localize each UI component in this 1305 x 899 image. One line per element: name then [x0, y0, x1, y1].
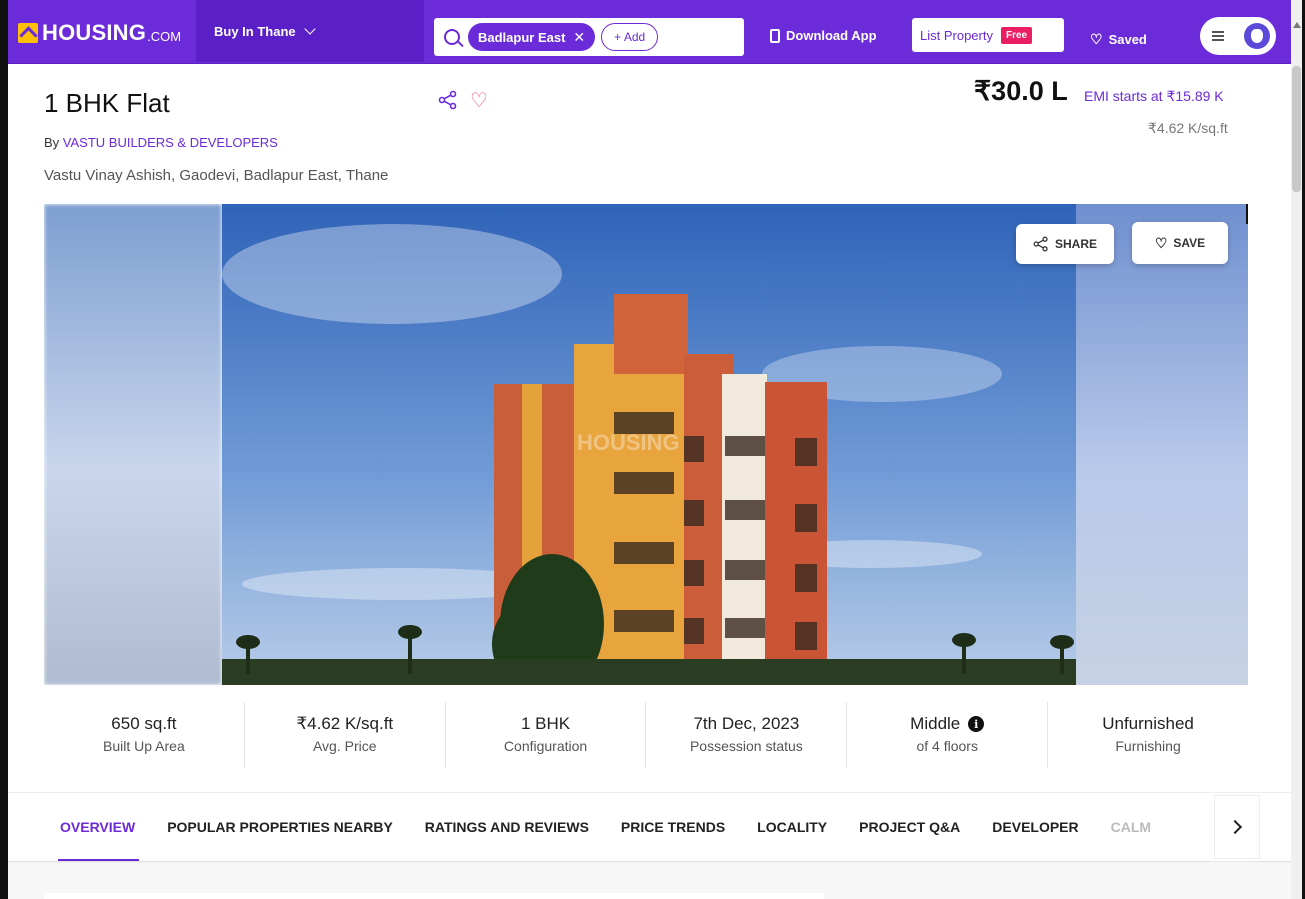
housing-logo[interactable]: HOUSING .COM: [18, 20, 181, 46]
stat-value: ₹4.62 K/sq.ft: [296, 714, 394, 733]
logo-text: HOUSING: [42, 20, 147, 45]
developer-link[interactable]: VASTU BUILDERS & DEVELOPERS: [63, 135, 278, 150]
text-cursor: [1246, 204, 1248, 224]
scrollbar-thumb[interactable]: [1292, 66, 1301, 192]
close-icon[interactable]: ✕: [573, 29, 585, 46]
listing-address: Vastu Vinay Ashish, Gaodevi, Badlapur Ea…: [44, 167, 389, 184]
top-navbar: HOUSING .COM Buy In Thane Badlapur East …: [8, 0, 1302, 64]
stat-value: 7th Dec, 2023: [693, 714, 800, 733]
chevron-right-icon: [1227, 819, 1243, 835]
stat-label: of 4 floors: [916, 738, 978, 754]
download-app-link[interactable]: Download App: [770, 28, 877, 43]
tab-price-trends[interactable]: PRICE TRENDS: [605, 817, 741, 861]
logo-suffix: .COM: [147, 28, 182, 44]
heart-icon: ♡: [1090, 31, 1103, 47]
save-button-label: SAVE: [1173, 236, 1206, 250]
by-prefix: By: [44, 135, 60, 150]
stat-possession: 7th Dec, 2023 Possession status: [646, 702, 848, 768]
tabs-next-button[interactable]: [1214, 795, 1260, 859]
section-tabs: OVERVIEW POPULAR PROPERTIES NEARBY RATIN…: [8, 792, 1302, 862]
stat-value: 650 sq.ft: [111, 714, 177, 733]
share-icon[interactable]: [438, 90, 458, 115]
share-button-label: SHARE: [1054, 237, 1097, 251]
stat-value: Middle: [910, 714, 961, 733]
info-icon[interactable]: i: [968, 716, 985, 732]
developer-line: By VASTU BUILDERS & DEVELOPERS: [44, 135, 278, 150]
logo-home-icon: [18, 23, 38, 43]
saved-label: Saved: [1108, 32, 1147, 47]
locality-chip[interactable]: Badlapur East ✕: [468, 23, 596, 51]
browser-frame: HOUSING .COM Buy In Thane Badlapur East …: [0, 0, 1305, 899]
tab-overview[interactable]: OVERVIEW: [57, 817, 151, 861]
list-property-button[interactable]: List Property Free: [912, 18, 1064, 52]
share-icon: [1033, 236, 1048, 252]
stat-furnishing: Unfurnished Furnishing: [1048, 702, 1248, 768]
property-photo[interactable]: HOUSING: [222, 204, 1076, 685]
gallery-blur-left: [44, 204, 222, 685]
hamburger-icon: [1212, 31, 1224, 41]
tab-project-qa[interactable]: PROJECT Q&A: [843, 817, 976, 861]
avatar: [1244, 23, 1270, 49]
save-button[interactable]: ♡ SAVE: [1132, 222, 1228, 264]
content-area: [8, 863, 1302, 899]
heart-icon[interactable]: ♡: [470, 88, 488, 113]
building-illustration: HOUSING: [222, 204, 1076, 685]
tab-developer[interactable]: DEVELOPER: [976, 817, 1094, 861]
gallery-blur-right: [1068, 204, 1248, 685]
tab-ratings-reviews[interactable]: RATINGS AND REVIEWS: [409, 817, 605, 861]
stat-avg-price: ₹4.62 K/sq.ft Avg. Price: [245, 702, 446, 768]
download-app-label: Download App: [786, 28, 877, 43]
stat-label: Avg. Price: [312, 738, 377, 754]
hero-gallery[interactable]: HOUSING SHARE ♡ SAVE: [44, 204, 1248, 685]
stat-floor: Middle i of 4 floors: [847, 702, 1049, 768]
page-scrollbar[interactable]: [1291, 0, 1302, 899]
add-locality-button[interactable]: + Add: [601, 23, 659, 51]
photo-watermark: HOUSING: [577, 430, 680, 455]
tab-popular-properties[interactable]: POPULAR PROPERTIES NEARBY: [151, 817, 409, 861]
tab-list: OVERVIEW POPULAR PROPERTIES NEARBY RATIN…: [57, 817, 1167, 861]
listing-title: 1 BHK Flat: [44, 88, 170, 118]
stat-configuration: 1 BHK Configuration: [446, 702, 647, 768]
saved-link[interactable]: ♡ Saved: [1090, 31, 1147, 48]
emi-link[interactable]: EMI starts at ₹15.89 K: [1084, 88, 1224, 105]
city-selector-label: Buy In Thane: [214, 23, 296, 39]
property-stats: 650 sq.ft Built Up Area ₹4.62 K/sq.ft Av…: [44, 702, 1248, 768]
phone-icon: [770, 28, 780, 43]
free-badge: Free: [1000, 26, 1033, 44]
chevron-down-icon: [303, 23, 316, 35]
overview-card: [44, 893, 824, 899]
search-bar[interactable]: Badlapur East ✕ + Add: [434, 18, 744, 56]
list-property-label: List Property: [920, 27, 993, 43]
heart-icon: ♡: [1154, 234, 1168, 251]
price-per-sqft: ₹4.62 K/sq.ft: [1148, 120, 1228, 136]
stat-label: Possession status: [689, 738, 803, 754]
tab-calm[interactable]: CALM: [1095, 817, 1167, 861]
listing-price: ₹30.0 L: [974, 76, 1068, 106]
scroll-up-arrow-icon[interactable]: [1293, 22, 1301, 28]
share-button[interactable]: SHARE: [1016, 224, 1114, 264]
locality-chip-label: Badlapur East: [478, 29, 566, 45]
city-selector-dropdown[interactable]: Buy In Thane: [196, 0, 424, 62]
search-icon[interactable]: [444, 29, 460, 45]
stat-value: 1 BHK: [521, 714, 571, 733]
tab-locality[interactable]: LOCALITY: [741, 817, 843, 861]
stat-value: Unfurnished: [1102, 714, 1194, 733]
stat-built-up-area: 650 sq.ft Built Up Area: [44, 702, 245, 768]
stat-label: Furnishing: [1115, 738, 1181, 754]
stat-label: Built Up Area: [103, 738, 185, 754]
stat-label: Configuration: [503, 738, 588, 754]
stat-value-row: Middle i: [847, 714, 1047, 734]
user-menu-button[interactable]: [1200, 17, 1276, 55]
